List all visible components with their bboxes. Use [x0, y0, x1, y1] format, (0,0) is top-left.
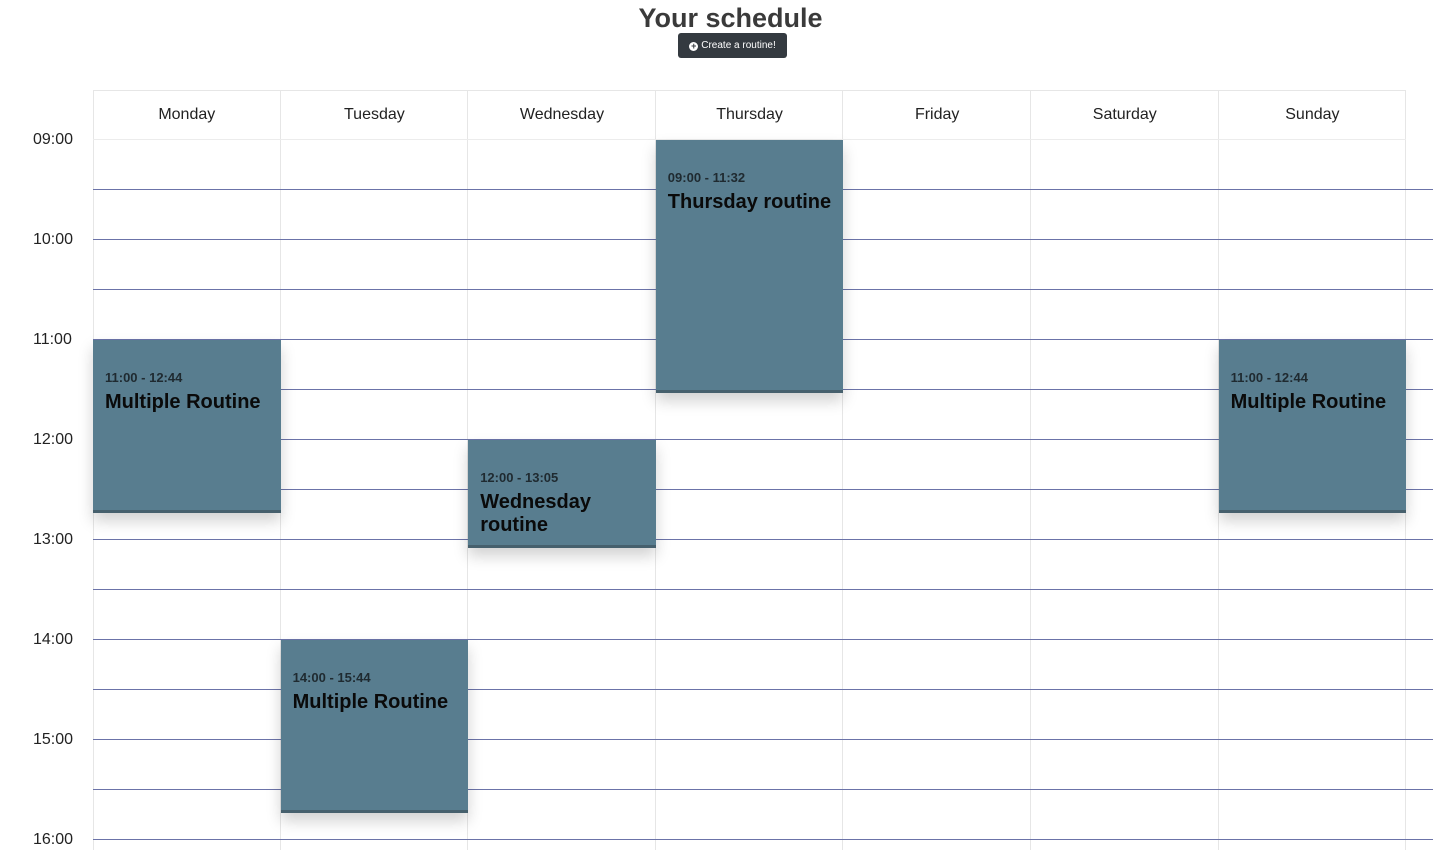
day-header-friday: Friday — [843, 90, 1031, 140]
event-time: 12:00 - 13:05 — [480, 470, 559, 485]
event-title: Multiple Routine — [105, 391, 261, 413]
time-label-13-00: 13:00 — [33, 531, 74, 548]
day-header-wednesday: Wednesday — [468, 90, 656, 140]
event-time: 11:00 - 12:44 — [1230, 370, 1308, 385]
day-header-saturday: Saturday — [1031, 90, 1219, 140]
event-title: Thursday routine — [667, 191, 832, 213]
event-time: 09:00 - 11:32 — [667, 170, 746, 185]
event-thursday[interactable]: 09:00 - 11:32 Thursday routine — [655, 140, 844, 394]
weekly-calendar: Monday Tuesday Wednesday Thursday Friday Satu… — [0, 0, 1445, 850]
event-time: 14:00 - 15:44 — [292, 670, 371, 685]
event-time: 11:00 - 12:44 — [105, 370, 183, 385]
event-wednesday[interactable]: 12:00 - 13:05 Wednesday routine — [468, 440, 656, 549]
day-header-monday: Monday — [93, 90, 281, 140]
event-title: Multiple Routine — [292, 691, 449, 713]
time-label-15-00: 15:00 — [33, 731, 74, 748]
time-label-11-00: 11:00 — [33, 331, 72, 348]
day-header-sunday: Sunday — [1218, 90, 1407, 140]
day-column-saturday — [1031, 90, 1219, 850]
half-hour-line — [93, 589, 1433, 590]
day-header-tuesday: Tuesday — [280, 90, 469, 140]
time-label-09-00: 09:00 — [33, 131, 74, 148]
time-label-12-00: 12:00 — [33, 431, 74, 448]
event-monday[interactable]: 11:00 - 12:44 Multiple Routine — [93, 340, 281, 514]
event-title: Multiple Routine — [1230, 391, 1387, 413]
event-title: Wednesday routine — [480, 491, 591, 536]
day-header-thursday: Thursday — [655, 90, 844, 140]
day-column-friday — [843, 90, 1031, 850]
time-label-14-00: 14:00 — [33, 631, 74, 648]
time-label-16-00: 16:00 — [33, 831, 74, 848]
hour-line — [93, 839, 1433, 840]
event-tuesday[interactable]: 14:00 - 15:44 Multiple Routine — [280, 640, 469, 814]
time-label-10-00: 10:00 — [33, 231, 74, 248]
hour-line — [93, 539, 1433, 540]
event-sunday[interactable]: 11:00 - 12:44 Multiple Routine — [1218, 340, 1407, 514]
